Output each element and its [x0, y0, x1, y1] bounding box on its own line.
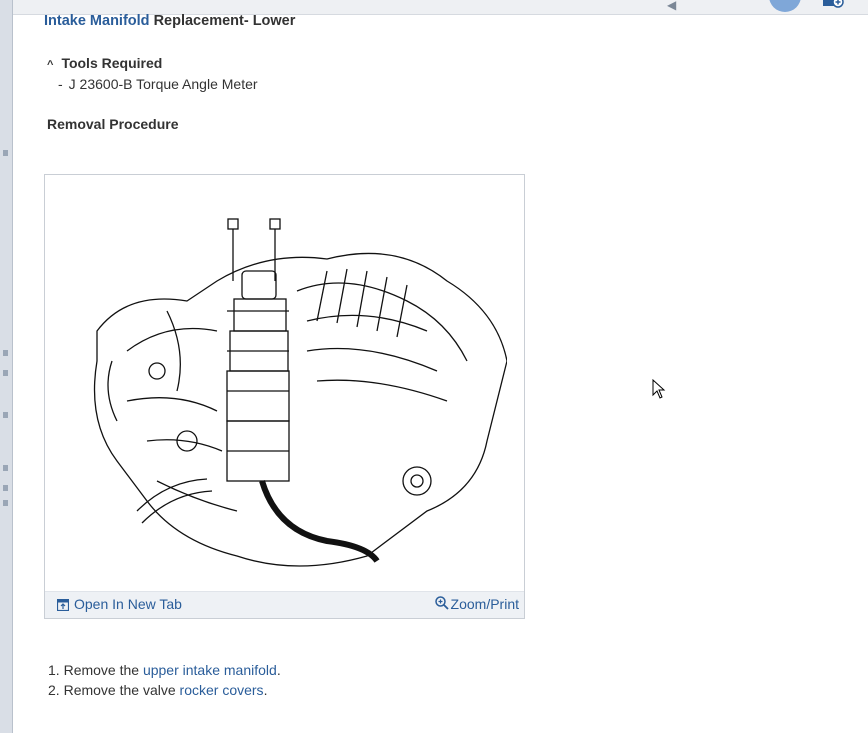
edge-mark — [3, 465, 8, 471]
edge-mark — [3, 485, 8, 491]
title-link[interactable]: Intake Manifold — [44, 13, 150, 29]
window-left-edge — [0, 0, 13, 733]
avatar[interactable] — [769, 0, 801, 12]
mouse-pointer-icon — [652, 379, 666, 399]
figure-footer: Open In New Tab Zoom/Print — [45, 591, 524, 618]
upper-intake-manifold-link[interactable]: upper intake manifold — [143, 662, 277, 678]
open-in-new-tab-link[interactable]: Open In New Tab — [56, 596, 182, 612]
engine-illustration[interactable] — [67, 211, 507, 571]
edge-mark — [3, 150, 8, 156]
caret-up-icon[interactable]: ^ — [47, 59, 53, 71]
edge-mark — [3, 370, 8, 376]
tools-heading: Tools Required — [61, 55, 163, 71]
page-title: Intake Manifold Replacement- Lower — [44, 13, 295, 29]
open-tab-icon — [56, 598, 70, 612]
zoom-icon — [434, 596, 449, 610]
list-item: 2. Remove the valve rocker covers. — [48, 680, 281, 700]
zoom-label: Zoom/Print — [450, 596, 519, 612]
open-tab-label: Open In New Tab — [74, 596, 182, 612]
tools-required-toggle[interactable]: ^ Tools Required — [47, 55, 162, 71]
step-number: 2. — [48, 682, 60, 698]
edge-mark — [3, 500, 8, 506]
back-arrow-icon[interactable]: ◀ — [667, 0, 676, 12]
list-item: 1. Remove the upper intake manifold. — [48, 660, 281, 680]
title-text: Replacement- Lower — [149, 13, 296, 29]
zoom-print-link[interactable]: Zoom/Print — [434, 596, 519, 612]
step-suffix: . — [276, 662, 281, 678]
calendar-add-icon[interactable] — [822, 0, 844, 8]
step-text: Remove the — [63, 662, 143, 678]
edge-mark — [3, 350, 8, 356]
tool-item: -J 23600-B Torque Angle Meter — [58, 76, 258, 92]
procedure-steps: 1. Remove the upper intake manifold. 2. … — [48, 660, 281, 700]
section-heading: Removal Procedure — [47, 116, 179, 132]
step-suffix: . — [263, 682, 268, 698]
tool-item-text: J 23600-B Torque Angle Meter — [68, 76, 258, 92]
list-dash: - — [58, 76, 63, 92]
rocker-covers-link[interactable]: rocker covers — [180, 682, 264, 698]
step-number: 1. — [48, 662, 60, 678]
step-text: Remove the valve — [63, 682, 180, 698]
edge-mark — [3, 412, 8, 418]
illustration-figure: Open In New Tab Zoom/Print — [44, 174, 525, 619]
